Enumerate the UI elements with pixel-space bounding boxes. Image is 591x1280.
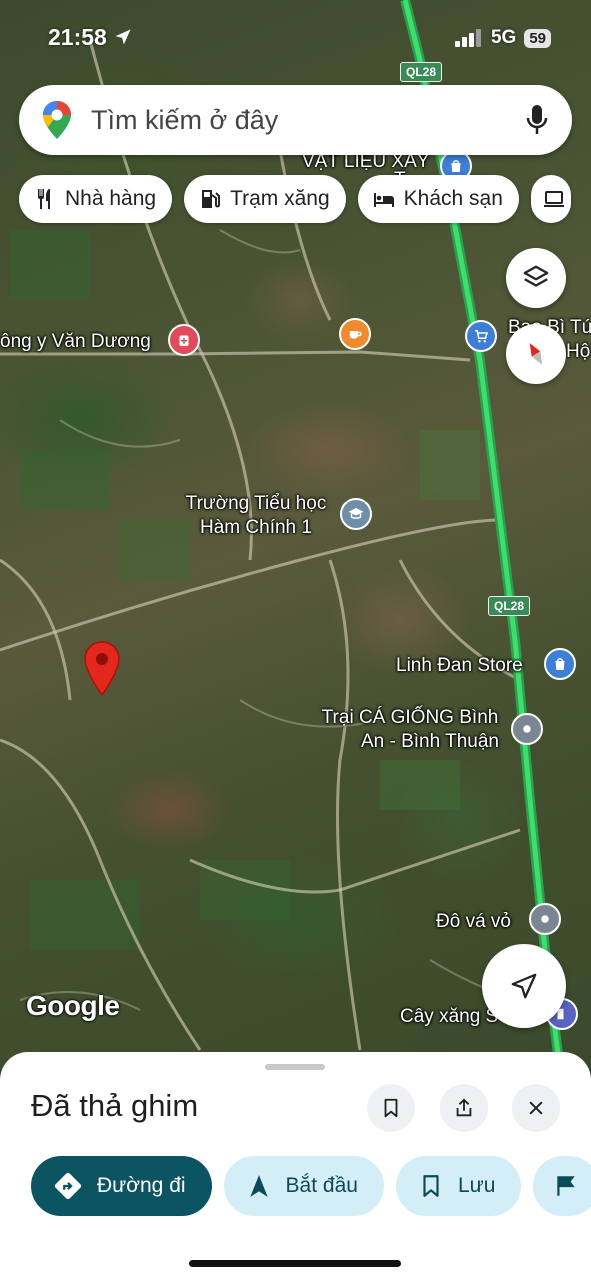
close-icon <box>529 1101 543 1115</box>
laptop-icon <box>543 191 564 207</box>
location-arrow-icon <box>115 29 131 45</box>
map-label-school-line2: Hàm Chính 1 <box>200 517 312 538</box>
microphone-icon[interactable] <box>524 103 550 137</box>
chip-restaurants[interactable]: Nhà hàng <box>19 175 173 223</box>
start-button[interactable]: Bắt đầu <box>223 1156 384 1216</box>
signal-bars-icon <box>454 29 481 47</box>
dropped-pin-icon[interactable] <box>82 640 122 698</box>
close-button[interactable] <box>512 1084 560 1132</box>
map-label-school[interactable]: Trường Tiểu học Hàm Chính 1 <box>176 492 336 540</box>
restaurant-icon <box>38 189 50 209</box>
map-label-school-line1: Trường Tiểu học <box>185 493 327 514</box>
drag-handle[interactable] <box>265 1064 325 1070</box>
road-shield-ql28: QL28 <box>488 596 531 616</box>
place-pin-icon[interactable] <box>529 903 561 935</box>
save-button[interactable]: Lưu <box>395 1156 522 1216</box>
category-chips: Nhà hàng Trạm xăng Khách sạn <box>19 175 571 223</box>
start-label: Bắt đầu <box>285 1174 358 1197</box>
pharmacy-pin-icon[interactable] <box>168 324 200 356</box>
share-button[interactable] <box>440 1084 488 1132</box>
cafe-pin-icon[interactable] <box>339 318 371 350</box>
map-label-trai-ca-line2: An - Bình Thuận <box>360 731 500 752</box>
status-time-text: 21:58 <box>48 24 107 50</box>
directions-icon <box>54 1172 82 1200</box>
chip-label: Khách sạn <box>403 187 503 210</box>
navigation-arrow-icon <box>249 1175 268 1197</box>
chip-hotels[interactable]: Khách sạn <box>357 175 519 223</box>
map-label-trai-ca-line1: Trại CÁ GIỐNG Bình <box>321 707 499 728</box>
compass-icon <box>529 343 543 365</box>
share-icon <box>456 1098 472 1117</box>
chip-label: Trạm xăng <box>230 187 330 210</box>
layers-icon <box>523 265 549 287</box>
road-shield-ql28: QL28 <box>400 62 443 82</box>
action-buttons: Đường đi Bắt đầu Lưu <box>31 1156 591 1216</box>
more-action-button[interactable] <box>533 1156 591 1216</box>
sheet-title: Đã thả ghim <box>31 1088 199 1123</box>
directions-label: Đường đi <box>97 1174 186 1197</box>
navigation-arrow-outline-icon <box>511 973 537 999</box>
my-location-button[interactable] <box>482 944 566 1028</box>
google-maps-logo-icon <box>43 101 71 139</box>
flag-icon <box>557 1176 576 1196</box>
home-indicator <box>189 1260 401 1267</box>
layers-button[interactable] <box>506 248 566 308</box>
save-label: Lưu <box>457 1174 496 1197</box>
place-bottom-sheet: Đã thả ghim Đường đi Bắt đầu Lưu <box>0 1052 591 1280</box>
search-input[interactable]: Tìm kiếm ở đây <box>91 105 524 136</box>
school-pin-icon[interactable] <box>340 498 372 530</box>
battery-indicator: 59 <box>524 28 551 48</box>
chip-label: Nhà hàng <box>65 187 157 210</box>
map-label-trai-ca[interactable]: Trại CÁ GIỐNG Bình An - Bình Thuận <box>305 706 515 754</box>
google-attribution: Google <box>26 990 120 1021</box>
compass-button[interactable] <box>506 324 566 384</box>
map-label-do-va-vo[interactable]: Đô vá vỏ <box>436 910 511 934</box>
chip-more[interactable] <box>530 175 571 223</box>
bookmark-icon <box>423 1175 439 1197</box>
map-label-dong-y[interactable]: ông y Văn Dương <box>0 330 151 354</box>
save-icon-button[interactable] <box>367 1084 415 1132</box>
map-view[interactable]: QL28 QL28 VẬT LIỆU XÂY T ông y Văn Dương… <box>0 0 591 1070</box>
map-label-cay-xang[interactable]: Cây xăng S <box>400 1005 498 1029</box>
chip-gas-stations[interactable]: Trạm xăng <box>184 175 346 223</box>
map-label-linh-dan[interactable]: Linh Đan Store <box>396 654 523 678</box>
search-bar[interactable]: Tìm kiếm ở đây <box>19 85 572 155</box>
shopping-cart-pin-icon[interactable] <box>465 320 497 352</box>
store-pin-icon[interactable] <box>544 648 576 680</box>
map-label-bao-bi-sub[interactable]: Hộ <box>566 340 590 364</box>
status-time: 21:58 <box>48 24 133 51</box>
gas-station-icon <box>202 190 221 208</box>
status-indicators: 5G 59 <box>454 27 551 49</box>
bookmark-icon <box>384 1098 398 1118</box>
place-pin-icon[interactable] <box>511 713 543 745</box>
hotel-icon <box>373 193 394 207</box>
network-type: 5G <box>490 27 517 48</box>
directions-button[interactable]: Đường đi <box>31 1156 212 1216</box>
